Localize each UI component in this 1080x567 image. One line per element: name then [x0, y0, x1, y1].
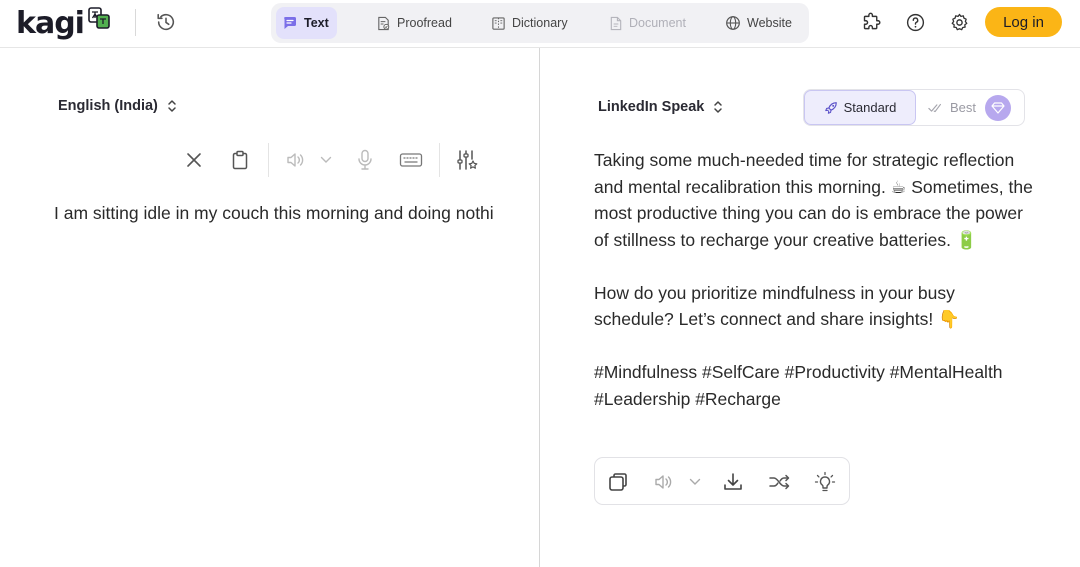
close-icon [187, 153, 201, 167]
voice-dropdown[interactable] [313, 147, 339, 173]
toolbar-separator [268, 143, 269, 177]
login-button[interactable]: Log in [985, 7, 1062, 37]
quality-standard-label: Standard [843, 100, 897, 115]
output-paragraph: How do you prioritize mindfulness in you… [594, 282, 960, 330]
chevron-down-icon [689, 478, 701, 485]
tab-dictionary[interactable]: Dictionary [485, 7, 576, 39]
chevron-up-down-icon [714, 101, 723, 113]
copy-icon [609, 473, 627, 491]
help-button[interactable] [902, 9, 928, 35]
download-icon [724, 473, 742, 490]
tab-document[interactable]: Document [603, 7, 694, 39]
listen-button[interactable] [283, 147, 309, 173]
toolbar-separator [439, 143, 440, 177]
chat-bubble-icon [284, 17, 296, 29]
speaker-icon [655, 475, 672, 489]
output-paragraph: Taking some much-needed time for strateg… [594, 150, 1033, 250]
microphone-icon [358, 149, 372, 170]
extension-icon [863, 12, 880, 29]
book-icon [492, 16, 505, 30]
quality-best-option[interactable]: Best [928, 90, 976, 125]
quality-best-label: Best [950, 100, 977, 115]
tab-label: Document [629, 16, 686, 30]
output-paragraph: #Mindfulness #SelfCare #Productivity #Me… [594, 362, 1003, 409]
source-text-input[interactable]: I am sitting idle in my couch this morni… [54, 200, 494, 227]
chevron-down-icon [320, 156, 332, 163]
tab-proofread[interactable]: Proofread [370, 7, 460, 39]
source-language-select[interactable]: English (India) [58, 94, 177, 118]
download-button[interactable] [720, 469, 746, 495]
shuffle-icon [769, 474, 790, 490]
rocket-icon [824, 101, 837, 114]
translation-output: Taking some much-needed time for strateg… [594, 147, 1034, 412]
tab-label: Text [304, 16, 329, 30]
keyboard-icon [399, 153, 423, 167]
options-button[interactable] [454, 147, 480, 173]
target-style-label: LinkedIn Speak [598, 99, 705, 115]
target-style-select[interactable]: LinkedIn Speak [598, 95, 723, 119]
clipboard-icon [232, 150, 248, 170]
header-divider [135, 9, 136, 36]
globe-icon [726, 16, 740, 30]
premium-gem-badge [985, 95, 1011, 121]
tab-label: Website [747, 16, 792, 30]
settings-button[interactable] [946, 9, 972, 35]
double-check-icon [928, 103, 942, 112]
quality-toggle: Standard Best [803, 89, 1025, 126]
document-check-icon [378, 16, 390, 30]
logo-text: kagi [16, 5, 85, 41]
paste-button[interactable] [227, 147, 253, 173]
keyboard-button[interactable] [398, 147, 424, 173]
lightbulb-icon [814, 471, 836, 492]
file-icon [610, 16, 622, 30]
tab-website[interactable]: Website [719, 7, 800, 39]
copy-button[interactable] [605, 469, 631, 495]
listen-output-button[interactable] [651, 469, 677, 495]
kagi-logo[interactable]: kagi [16, 3, 110, 43]
source-language-label: English (India) [58, 98, 158, 114]
quality-standard-option[interactable]: Standard [804, 90, 916, 125]
settings-sliders-icon [457, 150, 478, 170]
history-button[interactable] [154, 10, 178, 34]
translate-badge-icon [88, 6, 110, 35]
gear-icon [951, 13, 967, 30]
history-icon [157, 13, 175, 31]
clear-button[interactable] [181, 147, 207, 173]
tab-text[interactable]: Text [276, 7, 337, 39]
dictate-button[interactable] [352, 147, 378, 173]
explain-button[interactable] [812, 469, 838, 495]
tab-label: Dictionary [512, 16, 568, 30]
gem-icon [991, 102, 1005, 114]
tab-label: Proofread [397, 16, 452, 30]
extension-button[interactable] [858, 9, 884, 35]
panel-divider[interactable] [539, 48, 540, 567]
output-toolbar [594, 457, 850, 505]
speaker-icon [287, 153, 304, 167]
mode-tabs: Text Proofread Dictionary Document Websi… [271, 3, 809, 43]
top-bar: kagi Text Proofread Dictionary Document … [0, 0, 1080, 48]
chevron-up-down-icon [168, 100, 176, 112]
regenerate-button[interactable] [766, 469, 792, 495]
help-icon [906, 13, 924, 31]
voice-output-dropdown[interactable] [682, 469, 708, 495]
